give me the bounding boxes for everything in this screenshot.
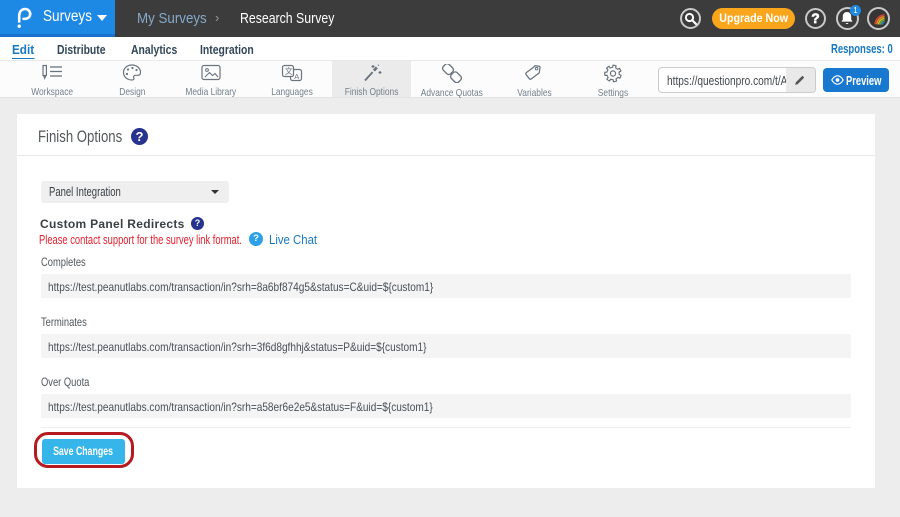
svg-text:文: 文 [285, 66, 293, 76]
svg-text:A: A [294, 72, 299, 81]
